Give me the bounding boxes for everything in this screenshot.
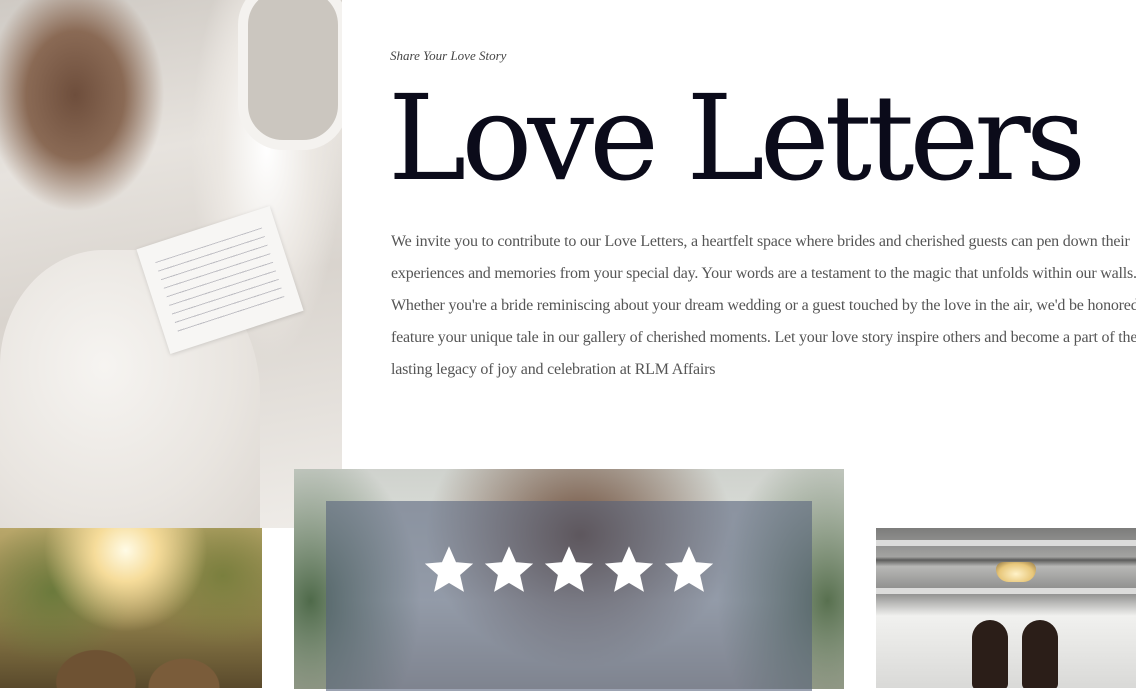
ceiling-beam xyxy=(876,540,1136,546)
eyebrow-text: Share Your Love Story xyxy=(390,48,507,63)
person-silhouette xyxy=(1022,620,1058,688)
bride-reading-letter-photo xyxy=(0,0,342,528)
star-icon xyxy=(424,546,474,592)
star-icon xyxy=(544,546,594,592)
star-rating xyxy=(326,543,812,597)
couple-at-sunset-photo xyxy=(0,528,262,688)
review-card xyxy=(326,501,812,691)
chandelier-detail xyxy=(996,562,1036,582)
star-icon xyxy=(484,546,534,592)
person-silhouette xyxy=(972,620,1008,688)
mirror-detail xyxy=(238,0,342,150)
venue-couple-photo xyxy=(876,528,1136,688)
ceiling-beam xyxy=(876,588,1136,594)
page-title: Love Letters xyxy=(388,69,1086,207)
star-icon xyxy=(604,546,654,592)
intro-paragraph: We invite you to contribute to our Love … xyxy=(391,233,1136,378)
star-icon xyxy=(664,546,714,592)
couple-heads-detail xyxy=(40,628,240,688)
